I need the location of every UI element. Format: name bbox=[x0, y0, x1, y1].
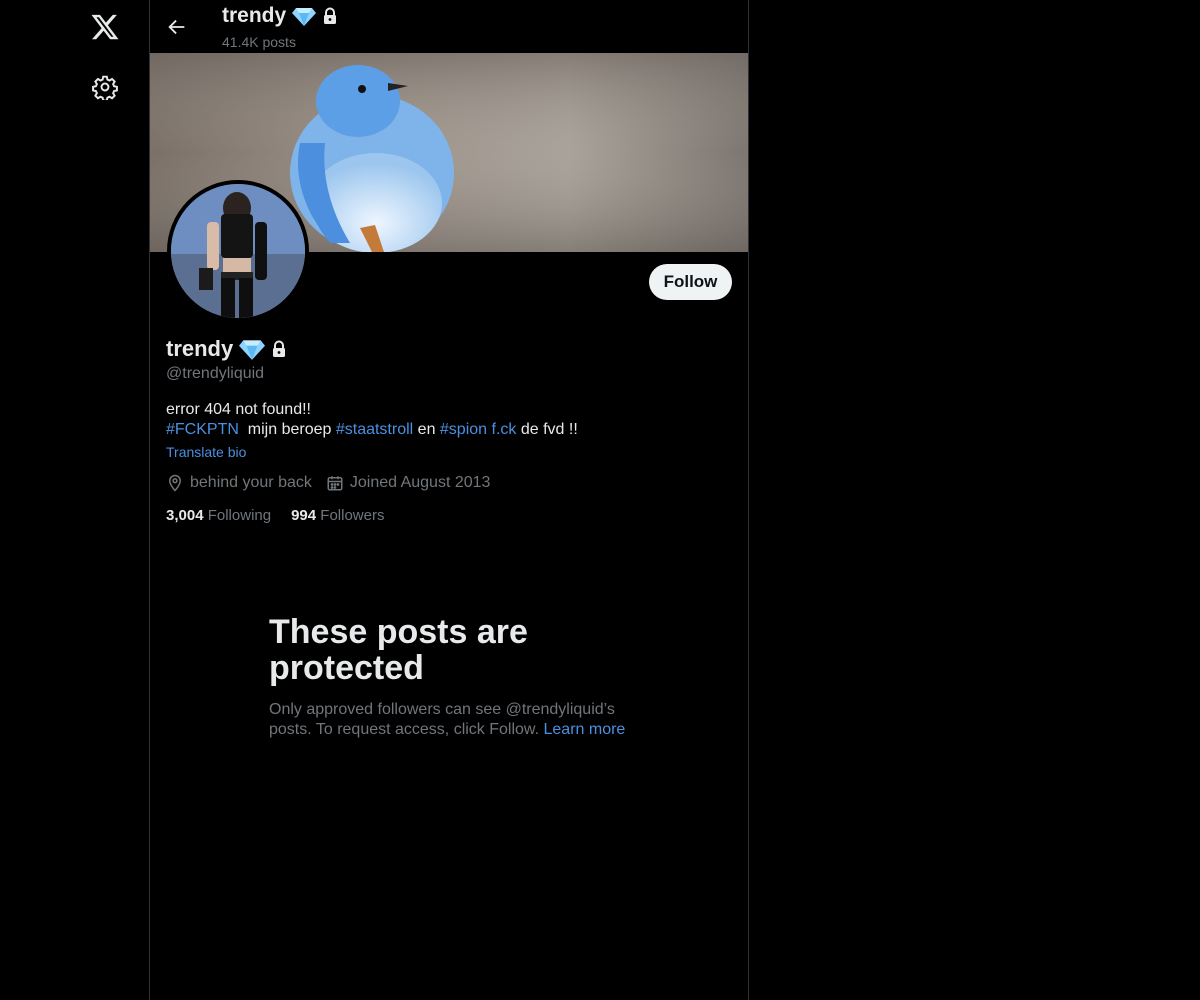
diamond-icon bbox=[239, 340, 266, 360]
profile-display-name: trendy bbox=[166, 336, 234, 361]
header-name: trendy bbox=[222, 4, 287, 27]
following-label: Following bbox=[207, 507, 272, 524]
header-title: trendy bbox=[222, 4, 338, 28]
lock-icon bbox=[273, 340, 286, 357]
profile-meta: behind your back Joined August 2013 bbox=[166, 474, 504, 492]
diamond-icon bbox=[292, 8, 317, 26]
followers-label: Followers bbox=[320, 507, 385, 524]
left-navigation-rail bbox=[0, 0, 149, 1000]
hashtag-fckptn[interactable]: #FCKPTN bbox=[166, 421, 239, 438]
location-text: behind your back bbox=[190, 474, 312, 491]
protected-heading: These posts are protected bbox=[269, 613, 528, 687]
profile-handle: @trendyliquid bbox=[166, 365, 265, 382]
hashtag-staatstroll[interactable]: #staatstroll bbox=[336, 421, 413, 438]
location-pin-icon bbox=[168, 474, 182, 492]
profile-avatar[interactable] bbox=[167, 180, 309, 322]
posts-count: 41.4K posts bbox=[222, 34, 296, 50]
location-item: behind your back bbox=[166, 474, 312, 492]
x-logo-icon[interactable] bbox=[90, 12, 120, 42]
lock-icon bbox=[324, 7, 337, 24]
joined-text: Joined August 2013 bbox=[349, 474, 491, 491]
bio-line-1: error 404 not found!! bbox=[166, 401, 311, 418]
following-count: 3,004 bbox=[166, 507, 204, 524]
joined-item: Joined August 2013 bbox=[326, 474, 491, 492]
follow-stats: 3,004 Following 994 Followers bbox=[166, 507, 384, 524]
bio-text: mijn beroep bbox=[238, 421, 336, 438]
protected-posts-notice: These posts are protected Only approved … bbox=[269, 614, 629, 740]
protected-body: Only approved followers can see @trendyl… bbox=[269, 700, 629, 740]
profile-name: trendy bbox=[166, 336, 287, 362]
follow-button[interactable]: Follow bbox=[649, 264, 732, 300]
hashtag-spion[interactable]: #spion f.ck bbox=[440, 421, 516, 438]
gear-icon[interactable] bbox=[92, 74, 118, 100]
calendar-icon bbox=[327, 476, 343, 491]
profile-bio: error 404 not found!! #FCKPTN mijn beroe… bbox=[166, 400, 726, 440]
bio-text: de fvd !! bbox=[516, 421, 578, 438]
following-link[interactable]: 3,004 Following bbox=[166, 507, 271, 524]
bio-line-2: #FCKPTN mijn beroep #staatstroll en #spi… bbox=[166, 420, 726, 440]
followers-count: 994 bbox=[291, 507, 317, 524]
learn-more-link[interactable]: Learn more bbox=[544, 721, 626, 738]
profile-header-bar: trendy 41.4K posts bbox=[150, 0, 748, 53]
followers-link[interactable]: 994 Followers bbox=[291, 507, 384, 524]
profile-column: trendy 41.4K posts Follow trendy @trendy… bbox=[149, 0, 749, 1000]
translate-bio-link[interactable]: Translate bio bbox=[166, 444, 246, 460]
back-arrow-icon[interactable] bbox=[166, 16, 188, 38]
bio-text: en bbox=[413, 421, 440, 438]
